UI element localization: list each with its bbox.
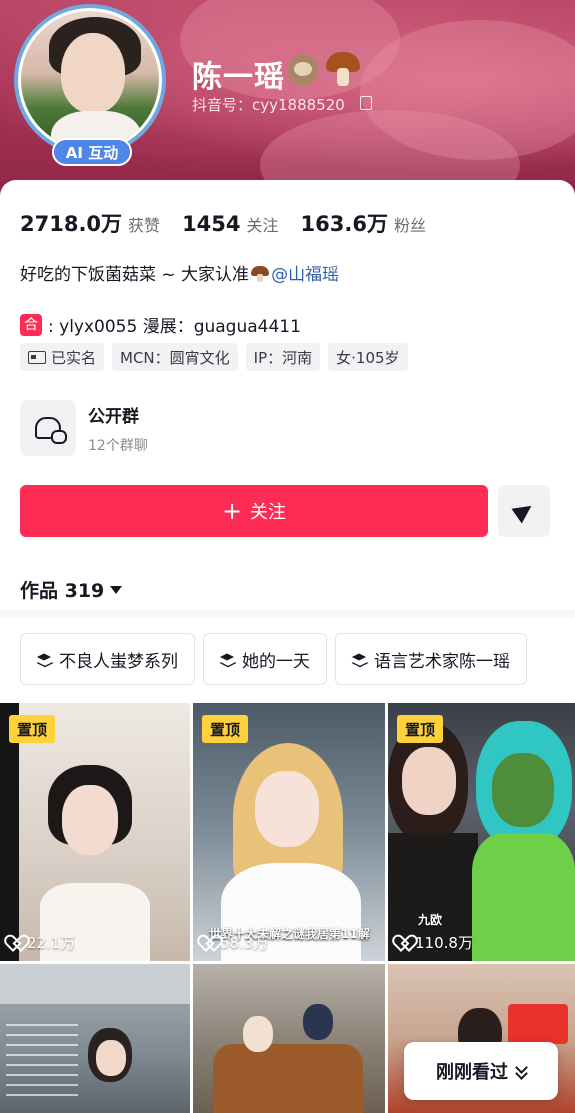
collection-chip[interactable]: 她的一天 [203, 633, 327, 685]
profile-tags: 已实名 MCN：圆宵文化 IP：河南 女·105岁 [20, 343, 408, 371]
mushroom-emoji-icon [326, 52, 360, 88]
bio-mention-link[interactable]: @山福瑶 [271, 265, 339, 285]
video-tile[interactable] [0, 964, 190, 1113]
video-likes: 22.1万 [9, 932, 75, 953]
video-caption: 九欧 [418, 913, 443, 927]
plus-icon: + [221, 497, 243, 525]
follow-button[interactable]: + 关注 [20, 485, 488, 537]
collections-row: 不良人蚩梦系列 她的一天 语言艺术家陈一瑶 [20, 633, 527, 685]
video-likes: 58.3万 [202, 932, 268, 953]
video-likes: 110.8万 [397, 932, 473, 953]
collab-tag: 合 [20, 313, 42, 336]
video-tile[interactable] [193, 964, 385, 1113]
stack-icon [220, 652, 236, 666]
bio-text: 好吃的下饭菌菇菜 ~ 大家认准 [20, 265, 250, 285]
stats-row: 2718.0万 获赞 1454 关注 163.6万 粉丝 [20, 208, 448, 238]
following-count[interactable]: 1454 [182, 212, 240, 236]
recently-viewed-button[interactable]: 刚刚看过 [404, 1042, 558, 1100]
works-dropdown[interactable]: 作品 319 [20, 576, 123, 603]
pinned-badge: 置顶 [397, 715, 444, 743]
recently-viewed-label: 刚刚看过 [436, 1062, 508, 1083]
bio: 好吃的下饭菌菇菜 ~ 大家认准 @山福瑶 [20, 260, 339, 285]
mushroom-icon [251, 266, 270, 282]
works-label: 作品 319 [20, 580, 105, 602]
public-group-entry[interactable]: 公开群 12个群聊 [20, 400, 148, 456]
heart-icon [9, 936, 23, 949]
follow-button-label: 关注 [250, 502, 287, 523]
stack-icon [37, 652, 53, 666]
id-card-icon [28, 350, 46, 364]
collection-chip[interactable]: 语言艺术家陈一瑶 [335, 633, 527, 685]
video-tile[interactable]: 置顶 世界十大未解之谜我居第11解 58.3万 [193, 703, 385, 961]
group-subtitle: 12个群聊 [88, 437, 148, 454]
video-tile[interactable]: 置顶 22.1万 [0, 703, 190, 961]
collab-line: 合 : ylyx0055 漫展：guagua4411 [20, 312, 301, 337]
collab-text: : ylyx0055 漫展：guagua4411 [48, 317, 301, 337]
sloth-emoji-icon [288, 54, 318, 86]
share-button[interactable] [498, 485, 550, 537]
likes-label: 获赞 [128, 216, 161, 235]
ai-interact-badge[interactable]: AI 互动 [52, 138, 132, 166]
tag-gender-age[interactable]: 女·105岁 [328, 343, 408, 371]
profile-banner: AI 互动 陈一瑶 抖音号：cyy1888520 [0, 0, 575, 200]
double-chevron-down-icon [516, 1064, 526, 1078]
followers-label: 粉丝 [393, 216, 426, 235]
send-icon [511, 498, 537, 524]
tag-mcn[interactable]: MCN：圆宵文化 [112, 343, 238, 371]
collection-chip[interactable]: 不良人蚩梦系列 [20, 633, 195, 685]
group-title: 公开群 [88, 406, 139, 427]
heart-icon [202, 936, 216, 949]
following-label: 关注 [246, 216, 279, 235]
copy-icon[interactable] [360, 96, 372, 110]
divider [0, 610, 575, 618]
pinned-badge: 置顶 [202, 715, 249, 743]
profile-name: 陈一瑶 [192, 60, 285, 95]
video-tile[interactable]: 置顶 九欧 110.8万 [388, 703, 575, 961]
heart-icon [397, 936, 411, 949]
pinned-badge: 置顶 [9, 715, 56, 743]
group-chat-icon [20, 400, 76, 456]
tag-ip[interactable]: IP：河南 [245, 343, 321, 371]
stack-icon [352, 652, 368, 666]
douyin-id: 抖音号：cyy1888520 [192, 96, 345, 114]
avatar[interactable] [14, 4, 166, 156]
caret-down-icon [110, 585, 123, 594]
likes-count[interactable]: 2718.0万 [20, 208, 122, 238]
followers-count[interactable]: 163.6万 [301, 208, 388, 238]
tag-verified[interactable]: 已实名 [20, 343, 105, 371]
